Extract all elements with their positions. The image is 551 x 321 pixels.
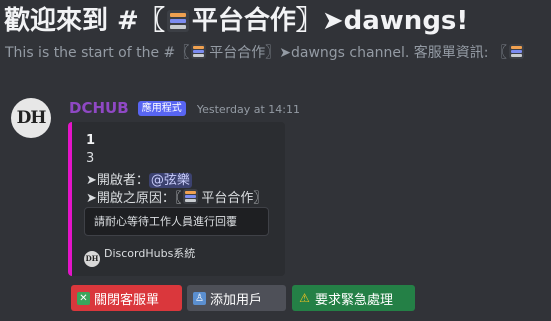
channel-description: This is the start of the #〖 平台合作〗➤dawngs …	[5, 42, 527, 62]
urgent-label: 要求緊急處理	[315, 292, 394, 308]
urgent-button[interactable]: ⚠ 要求緊急處理	[292, 285, 415, 311]
embed-field: 請耐心等待工作人員進行回覆	[84, 207, 269, 236]
add-user-label: 添加用戶	[210, 292, 263, 308]
embed: 1 3 ➤開啟者： @弦樂 ➤開啟之原因：〖 平台合作〗 請耐心等待工作人員進行回覆…	[68, 122, 285, 276]
stacked-books-icon	[183, 189, 199, 204]
opener-label: ➤開啟者：	[86, 173, 149, 188]
reason-prefix: ➤開啟之原因：〖	[86, 191, 182, 206]
stacked-books-icon	[508, 44, 524, 59]
welcome-suffix: 平台合作〗➤dawngs!	[191, 6, 469, 36]
avatar[interactable]: DH	[11, 98, 51, 138]
footer-text: DiscordHubs系統	[104, 247, 196, 260]
desc-prefix: This is the start of the #〖	[5, 45, 190, 61]
embed-footer: DH DiscordHubs系統	[84, 245, 195, 267]
embed-opener: ➤開啟者： @弦樂	[86, 169, 192, 188]
channel-welcome-title: 歡迎來到 #〖 平台合作〗➤dawngs!	[4, 4, 468, 38]
person-icon: ♙	[193, 291, 206, 305]
app-badge: 應用程式	[137, 101, 186, 116]
desc-suffix: 平台合作〗➤dawngs channel. 客服單資訊: 〖	[209, 45, 507, 61]
reason-suffix: 平台合作〗	[201, 191, 267, 206]
close-ticket-button[interactable]: ✕ 關閉客服單	[71, 285, 182, 311]
user-mention[interactable]: @弦樂	[148, 173, 192, 188]
x-mark-icon: ✕	[77, 291, 90, 305]
username[interactable]: DCHUB	[69, 99, 129, 117]
warning-icon: ⚠	[299, 290, 310, 305]
close-ticket-label: 關閉客服單	[94, 292, 160, 308]
message-header: DCHUB 應用程式 Yesterday at 14:11	[69, 98, 300, 117]
embed-line-2: 3	[86, 151, 95, 166]
footer-logo-icon: DH	[84, 251, 100, 267]
timestamp: Yesterday at 14:11	[196, 103, 300, 116]
embed-line-1: 1	[86, 133, 96, 148]
stacked-books-icon	[191, 44, 207, 59]
welcome-prefix: 歡迎來到 #〖	[4, 6, 165, 36]
embed-reason: ➤開啟之原因：〖 平台合作〗	[86, 187, 266, 206]
add-user-button[interactable]: ♙ 添加用戶	[187, 285, 286, 311]
stacked-books-icon	[166, 10, 189, 32]
